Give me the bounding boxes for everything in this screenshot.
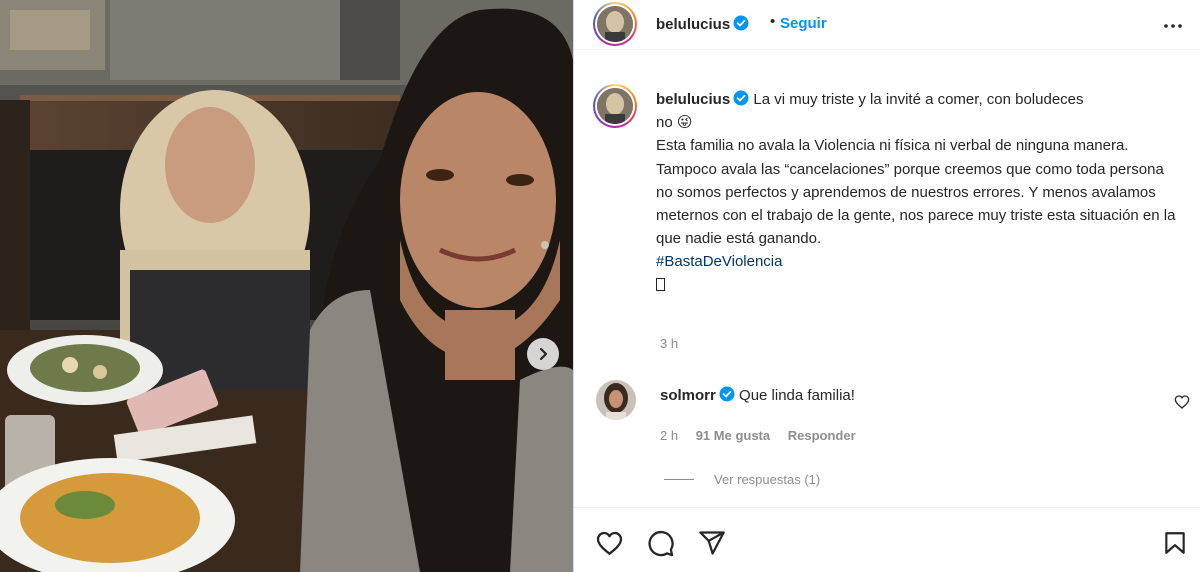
caption-body: Esta familia no avala la Violencia ni fí…: [656, 137, 1176, 248]
comment-text: Que linda familia!: [739, 387, 855, 404]
comment-timestamp[interactable]: 2 h: [660, 428, 678, 443]
caption-avatar[interactable]: [593, 84, 637, 128]
avatar-image: [597, 88, 633, 124]
author-username[interactable]: belulucius: [656, 15, 749, 33]
commenter-avatar[interactable]: [596, 380, 636, 420]
bookmark-icon[interactable]: [1162, 529, 1188, 557]
view-replies-button[interactable]: Ver respuestas (1): [664, 472, 820, 487]
replies-divider: [664, 479, 694, 480]
post-caption: belulucius La vi muy triste y la invité …: [656, 88, 1176, 297]
caption-timestamp[interactable]: 3 h: [660, 336, 678, 351]
reply-button[interactable]: Responder: [788, 428, 856, 443]
avatar-image: [596, 380, 636, 420]
verified-badge-icon: [733, 15, 749, 31]
share-icon[interactable]: [698, 529, 726, 557]
more-options-icon[interactable]: [1161, 14, 1185, 38]
caption-emoji: 😜: [676, 114, 693, 132]
caption-line1b: no: [656, 114, 673, 132]
caption-username[interactable]: belulucius: [656, 91, 730, 108]
separator-dot: •: [770, 13, 776, 30]
post-header: belulucius • Seguir: [574, 0, 1200, 50]
comment-meta: 2 h 91 Me gusta Responder: [660, 428, 870, 443]
comment-icon[interactable]: [646, 529, 675, 558]
heart-icon[interactable]: [595, 529, 624, 558]
view-replies-label: Ver respuestas (1): [714, 472, 821, 487]
comment-like-heart-icon[interactable]: [1174, 394, 1190, 410]
post-photo[interactable]: [0, 0, 573, 572]
comment: solmorr Que linda familia!: [660, 386, 855, 404]
caption-line1: La vi muy triste y la invité a comer, co…: [753, 91, 1084, 108]
avatar-image: [597, 6, 633, 42]
missing-glyph-box: [656, 277, 665, 291]
comment-username[interactable]: solmorr: [660, 387, 716, 404]
verified-badge-icon: [733, 90, 749, 106]
caption-hashtag[interactable]: #BastaDeViolencia: [656, 253, 782, 270]
follow-button[interactable]: Seguir: [780, 15, 827, 32]
comment-likes[interactable]: 91 Me gusta: [696, 428, 770, 443]
author-avatar[interactable]: [593, 2, 637, 46]
chevron-right-icon: [539, 347, 548, 361]
verified-badge-icon: [719, 386, 735, 402]
photo-illustration: [0, 0, 573, 572]
action-bar: [574, 507, 1200, 572]
post-panel: belulucius • Seguir belulucius La vi muy…: [573, 0, 1200, 572]
next-photo-button[interactable]: [527, 338, 559, 370]
